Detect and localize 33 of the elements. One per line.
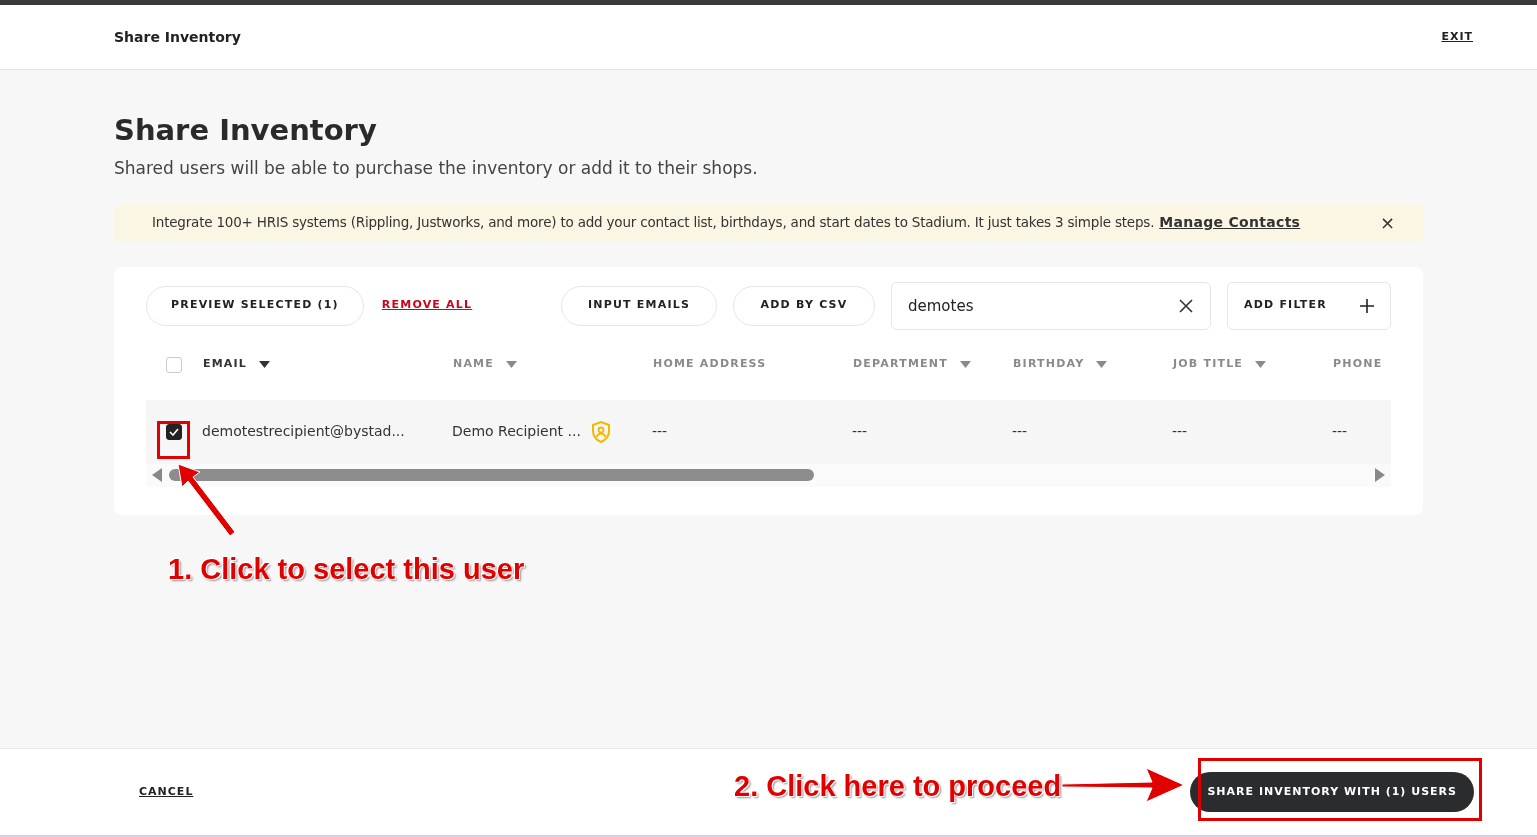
column-header[interactable]: HOME ADDRESS [653,356,767,373]
remove-all-link[interactable]: REMOVE ALL [381,297,473,314]
close-button[interactable]: × [1379,213,1395,232]
manage-contacts-link[interactable]: Manage Contacts [1159,212,1301,233]
add-filter-button[interactable]: ADD FILTER [1227,281,1391,330]
scroll-left-icon[interactable] [152,468,162,482]
check-icon [169,427,179,436]
scrollbar-thumb[interactable] [169,469,814,481]
table-cell-text: --- [1172,422,1188,441]
select-all-checkbox[interactable] [166,356,182,373]
sort-caret-icon[interactable] [259,361,271,368]
table-cell-text: --- [852,422,868,441]
column-header[interactable]: EMAIL [203,356,248,373]
search-field[interactable]: demotes [891,281,1211,330]
header-title: Share Inventory [114,27,241,47]
table-cell-text: demotestrecipient@bystad... [202,422,405,441]
table-cell-text: --- [652,422,668,441]
highlight-frame [157,421,190,459]
page-subtitle: Shared users will be able to purchase the inventory or add it to their shops. [114,157,759,180]
page-title: Share Inventory [114,112,378,149]
plus-icon [1360,298,1374,313]
cancel-link[interactable]: CANCEL [139,783,194,801]
share-inventory-button[interactable]: SHARE INVENTORY WITH (1) USERS [1190,772,1474,812]
table-cell-text: Demo Recipient ... [452,422,581,441]
exit-link[interactable]: EXIT [1441,28,1473,46]
annotation-text: 2. Click here to proceed [734,769,1062,804]
scroll-right-icon[interactable] [1375,468,1385,482]
table-cell-text: --- [1332,422,1348,441]
table-cell-text: --- [1012,422,1028,441]
clear-icon[interactable] [1179,298,1193,313]
table-row[interactable]: demotestrecipient@bystad... Demo Recipient ... --- --- --- --- --- [146,399,1391,464]
banner-text: Integrate 100+ HRIS systems (Rippling, Justworks, and more) to add your contact list, birthdays, and start dates to Stadium. It just takes 3 simple steps. [152,213,1155,233]
annotation-text: 1. Click to select this user [168,552,525,587]
